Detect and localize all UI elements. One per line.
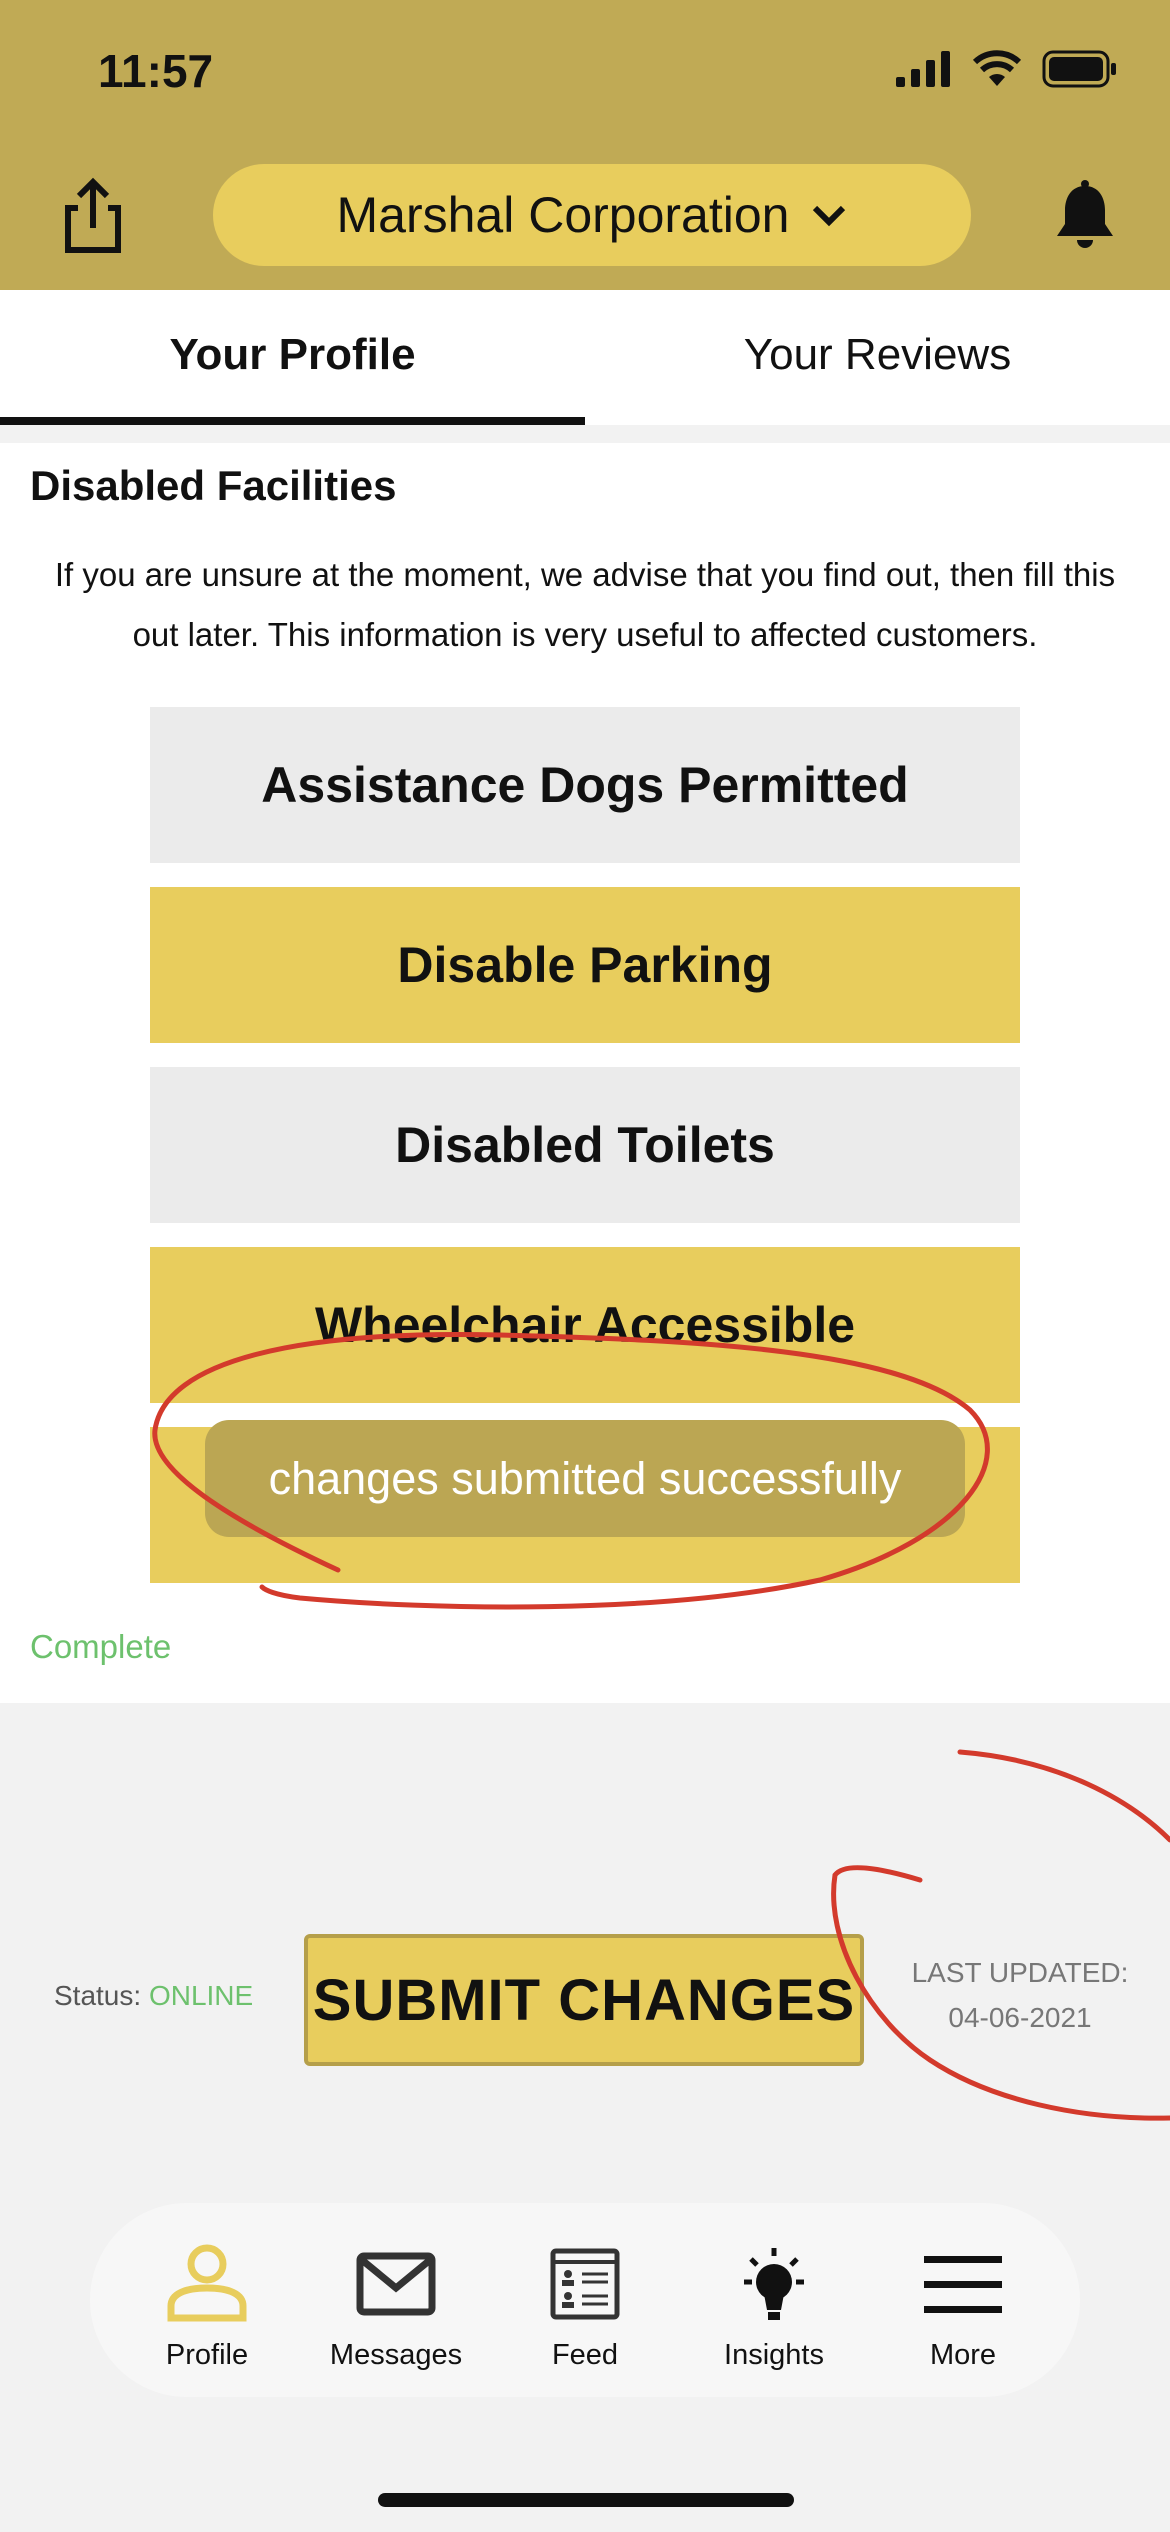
profile-tabs: Your Profile Your Reviews (0, 290, 1170, 425)
status-bar-icons (896, 50, 1118, 88)
status-value: ONLINE (148, 1980, 254, 2011)
status-bar-time: 11:57 (98, 45, 214, 97)
red-circle-annotation (831, 1749, 1170, 2121)
menu-icon (924, 2243, 1002, 2325)
nav-profile[interactable]: Profile (112, 2243, 302, 2383)
mail-icon (356, 2243, 436, 2325)
nav-messages[interactable]: Messages (301, 2243, 491, 2383)
nav-more[interactable]: More (868, 2243, 1058, 2383)
nav-label: Messages (329, 2339, 463, 2371)
nav-insights[interactable]: Insights (679, 2243, 869, 2383)
nav-label: More (929, 2339, 997, 2371)
company-selector[interactable]: Marshal Corporation (213, 164, 971, 266)
bell-icon (1057, 180, 1113, 248)
connection-status: Status: ONLINE (54, 1980, 253, 2012)
last-updated: LAST UPDATED: 04-06-2021 (890, 1950, 1150, 2040)
profile-icon (165, 2243, 249, 2325)
tab-your-reviews[interactable]: Your Reviews (585, 290, 1170, 420)
last-updated-date: 04-06-2021 (948, 2002, 1092, 2033)
completion-status: Complete (30, 1628, 172, 1665)
option-wheelchair-accessible[interactable]: Wheelchair Accessible (150, 1247, 1020, 1403)
nav-label: Feed (551, 2339, 619, 2371)
home-indicator (378, 2493, 794, 2507)
company-name: Marshal Corporation (336, 187, 790, 243)
nav-label: Profile (165, 2339, 249, 2371)
chevron-down-icon (813, 205, 846, 227)
wifi-icon (972, 50, 1022, 86)
section-intro: If you are unsure at the moment, we advi… (54, 556, 1116, 653)
option-disable-parking[interactable]: Disable Parking (150, 887, 1020, 1043)
share-icon (65, 177, 121, 253)
nav-label: Insights (724, 2339, 824, 2371)
option-assistance-dogs[interactable]: Assistance Dogs Permitted (150, 707, 1020, 863)
status-label: Status: (54, 1980, 142, 2011)
notifications-button[interactable] (1053, 180, 1117, 252)
feed-icon (550, 2243, 620, 2325)
section-title: Disabled Facilities (30, 462, 397, 509)
submit-changes-button[interactable]: SUBMIT CHANGES (304, 1934, 864, 2066)
battery-icon (1042, 50, 1116, 88)
last-updated-label: LAST UPDATED: (911, 1957, 1129, 1988)
divider (0, 425, 1170, 443)
signal-icon (896, 51, 950, 87)
nav-feed[interactable]: Feed (490, 2243, 680, 2383)
tab-your-profile[interactable]: Your Profile (0, 290, 585, 420)
lightbulb-icon (734, 2243, 814, 2325)
share-button[interactable] (58, 176, 128, 256)
option-disabled-toilets[interactable]: Disabled Toilets (150, 1067, 1020, 1223)
success-toast: changes submitted successfully (205, 1420, 965, 1537)
active-tab-indicator (0, 417, 585, 425)
